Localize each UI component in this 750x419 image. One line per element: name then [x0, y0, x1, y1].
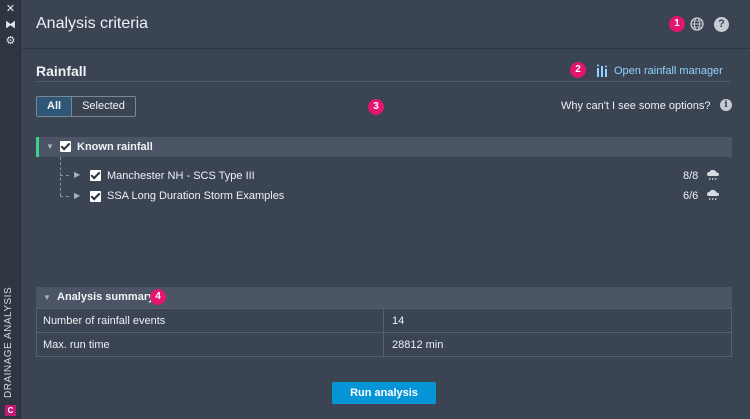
run-analysis-button[interactable]: Run analysis: [332, 382, 436, 404]
rainfall-item-count: 6/6: [683, 190, 699, 202]
summary-value: 28812 min: [383, 332, 732, 357]
side-strip: ✕ ⧓ ⚙ DRAINAGE ANALYSIS C: [0, 0, 21, 419]
expand-chevron-icon[interactable]: ▶: [74, 191, 80, 200]
summary-value: 14: [383, 308, 732, 333]
table-row: Number of rainfall events 14: [36, 308, 732, 333]
callout-badge-1: 1: [669, 16, 685, 32]
page-title: Analysis criteria: [36, 15, 149, 32]
expand-chevron-icon[interactable]: ▶: [74, 170, 80, 179]
analysis-summary-title: Analysis summary: [57, 291, 155, 303]
close-icon[interactable]: ✕: [4, 3, 17, 16]
filter-selected-button[interactable]: Selected: [72, 97, 135, 116]
info-icon[interactable]: i: [720, 99, 732, 111]
group-accent-bar: [36, 137, 39, 157]
rain-cloud-icon: [707, 189, 719, 201]
open-rainfall-manager-label: Open rainfall manager: [614, 64, 723, 77]
collapse-chevron-icon[interactable]: ▼: [43, 293, 51, 302]
summary-label: Max. run time: [36, 332, 384, 357]
options-help-text: Why can't I see some options?: [561, 100, 711, 112]
known-rainfall-checkbox[interactable]: [60, 141, 71, 152]
section-title-rainfall: Rainfall: [36, 63, 87, 79]
known-rainfall-label: Known rainfall: [77, 141, 153, 153]
open-rainfall-manager-link[interactable]: Open rainfall manager: [596, 64, 723, 77]
globe-icon[interactable]: [690, 17, 704, 31]
rainfall-item-checkbox[interactable]: [90, 191, 101, 202]
analysis-summary-table: Number of rainfall events 14 Max. run ti…: [36, 308, 732, 357]
tree-connector: [60, 196, 69, 197]
table-row: Max. run time 28812 min: [36, 332, 732, 357]
help-icon[interactable]: ?: [714, 17, 729, 32]
tree-connector: [60, 175, 69, 176]
settings-icon[interactable]: ⚙: [4, 35, 17, 48]
filter-all-button[interactable]: All: [37, 97, 73, 116]
callout-badge-2: 2: [570, 62, 586, 78]
section-divider: [36, 81, 730, 82]
summary-label: Number of rainfall events: [36, 308, 384, 333]
filter-toggle: All Selected: [36, 96, 136, 117]
rainfall-item-checkbox[interactable]: [90, 170, 101, 181]
palette-title: DRAINAGE ANALYSIS: [3, 286, 14, 398]
tree-connector: [60, 157, 61, 196]
rainfall-item-label: Manchester NH - SCS Type III: [107, 170, 255, 182]
callout-badge-3: 3: [368, 99, 384, 115]
rainfall-item-label: SSA Long Duration Storm Examples: [107, 190, 285, 202]
callout-badge-4: 4: [150, 289, 166, 305]
app-badge: C: [5, 405, 16, 416]
collapse-chevron-icon[interactable]: ▼: [46, 142, 54, 151]
pin-icon[interactable]: ⧓: [4, 19, 17, 32]
rainfall-item-count: 8/8: [683, 170, 699, 182]
rainfall-manager-icon: [597, 64, 607, 77]
rain-cloud-icon: [707, 169, 719, 181]
title-bar: Analysis criteria: [22, 0, 750, 49]
